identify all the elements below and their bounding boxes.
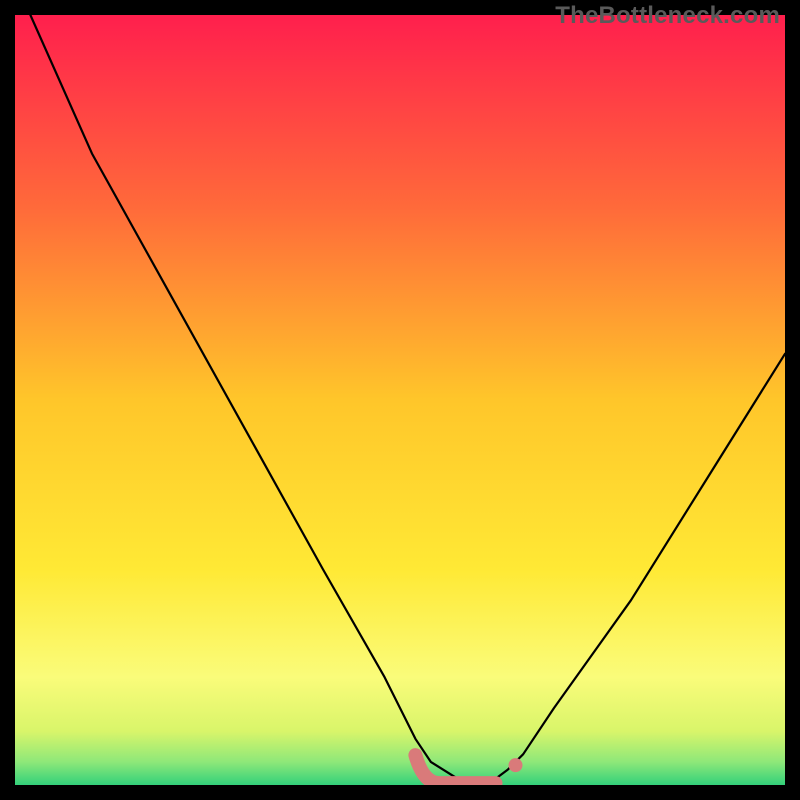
watermark-text: TheBottleneck.com bbox=[555, 2, 780, 30]
bottleneck-curve bbox=[15, 15, 785, 785]
chart-frame bbox=[15, 15, 785, 785]
